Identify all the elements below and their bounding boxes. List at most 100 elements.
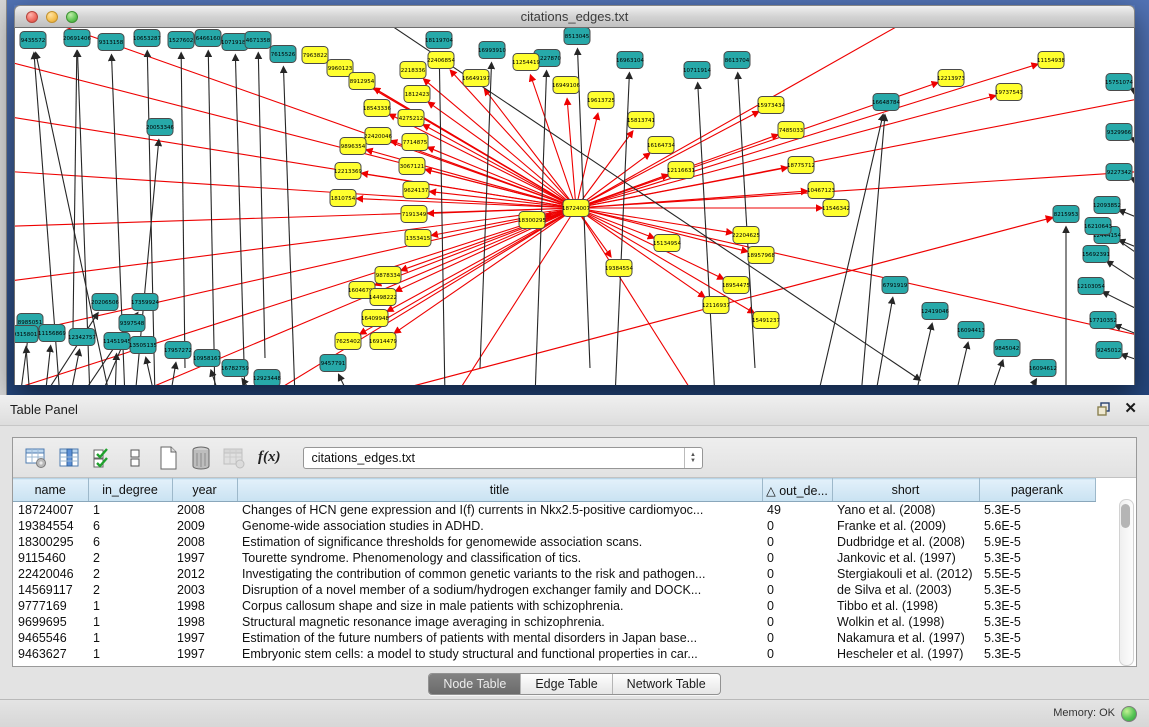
graph-node[interactable]: 11546342 <box>822 200 850 217</box>
graph-node[interactable]: 8613704 <box>724 52 750 69</box>
graph-node[interactable]: 4275212 <box>398 110 424 127</box>
function-builder-icon[interactable]: f(x) <box>258 449 281 466</box>
table-mode-icon[interactable] <box>23 445 49 471</box>
graph-node[interactable]: 14498222 <box>369 289 397 306</box>
graph-node[interactable]: 19737543 <box>995 84 1023 101</box>
memory-ok-indicator[interactable] <box>1121 706 1137 722</box>
close-panel-icon[interactable]: ✕ <box>1124 401 1137 417</box>
float-panel-icon[interactable] <box>1096 401 1112 417</box>
graph-node[interactable]: 20053346 <box>146 119 174 136</box>
graph-node[interactable]: 12213369 <box>334 163 362 180</box>
graph-node[interactable]: 18954475 <box>722 277 750 294</box>
graph-node[interactable]: 22420046 <box>364 128 392 145</box>
table-scrollbar[interactable] <box>1119 499 1134 666</box>
graph-node[interactable]: 12093852 <box>1093 197 1121 214</box>
column-header-title[interactable]: title <box>237 479 762 502</box>
tab-node-table[interactable]: Node Table <box>429 674 520 694</box>
graph-node[interactable]: 12103054 <box>1077 278 1105 295</box>
graph-node[interactable]: 17710352 <box>1089 312 1117 329</box>
graph-node[interactable]: 18300295 <box>518 212 546 229</box>
graph-node[interactable]: 16949106 <box>552 77 580 94</box>
new-column-icon[interactable] <box>155 445 181 471</box>
tab-network-table[interactable]: Network Table <box>612 674 720 694</box>
graph-node[interactable]: 6466160 <box>195 30 221 47</box>
table-row[interactable]: 946554611997Estimation of the future num… <box>13 630 1095 646</box>
graph-node[interactable]: 9313158 <box>98 34 124 51</box>
graph-node[interactable]: 17957272 <box>164 342 192 359</box>
column-header-pagerank[interactable]: pagerank <box>979 479 1095 502</box>
delete-table-icon[interactable] <box>221 445 247 471</box>
graph-node[interactable]: 15491237 <box>752 312 780 329</box>
graph-node[interactable]: 11154938 <box>1037 52 1065 69</box>
graph-node[interactable]: 12923448 <box>253 370 281 386</box>
graph-node[interactable]: 3067121 <box>399 158 425 175</box>
graph-node[interactable]: 12419046 <box>921 303 949 320</box>
graph-node[interactable]: 16409948 <box>361 310 389 327</box>
graph-node[interactable]: 20206506 <box>91 294 119 311</box>
tab-edge-table[interactable]: Edge Table <box>520 674 611 694</box>
unselect-all-columns-icon[interactable] <box>122 445 148 471</box>
graph-node[interactable]: 18543336 <box>363 100 391 117</box>
graph-node[interactable]: 1810754 <box>330 190 356 207</box>
graph-node[interactable]: 9245012 <box>1096 342 1122 359</box>
graph-node[interactable]: 12116937 <box>702 297 730 314</box>
graph-node[interactable]: 7615526 <box>270 46 296 63</box>
network-canvas[interactable]: 1872400794355722069140693131581065328715… <box>14 28 1135 385</box>
table-row[interactable]: 2242004622012Investigating the contribut… <box>13 566 1095 582</box>
graph-node[interactable]: 19613725 <box>587 92 615 109</box>
graph-node[interactable]: 1527602 <box>168 32 194 49</box>
graph-node[interactable]: 16649197 <box>462 70 490 87</box>
graph-node[interactable]: 8513045 <box>564 28 590 45</box>
table-scrollbar-thumb[interactable] <box>1121 504 1130 528</box>
graph-node[interactable]: 9624137 <box>403 182 429 199</box>
graph-node[interactable]: 16210643 <box>1084 218 1112 235</box>
graph-node[interactable]: 12213973 <box>937 70 965 87</box>
window-minimize-button[interactable] <box>46 11 58 23</box>
table-row[interactable]: 911546021997Tourette syndrome. Phenomeno… <box>13 550 1095 566</box>
graph-node[interactable]: 22204625 <box>732 227 760 244</box>
table-row[interactable]: 969969511998Structural magnetic resonanc… <box>13 614 1095 630</box>
window-titlebar[interactable]: citations_edges.txt <box>14 5 1135 28</box>
graph-node[interactable]: 7191349 <box>401 206 427 223</box>
graph-node[interactable]: 4671358 <box>245 32 271 49</box>
table-row[interactable]: 1872400712008Changes of HCN gene express… <box>13 502 1095 519</box>
graph-node[interactable]: 8215953 <box>1053 206 1079 223</box>
graph-node[interactable]: 15692391 <box>1082 246 1110 263</box>
table-selector-dropdown[interactable]: citations_edges.txt ▲▼ <box>303 447 703 469</box>
graph-node[interactable]: 9457791 <box>320 355 346 372</box>
graph-node[interactable]: 16094413 <box>957 322 985 339</box>
column-header-name[interactable]: name <box>13 479 88 502</box>
graph-node[interactable]: 15751074 <box>1105 74 1133 91</box>
graph-node[interactable]: 15134954 <box>653 235 681 252</box>
graph-node[interactable]: 10958167 <box>193 350 221 367</box>
graph-node[interactable]: 16914479 <box>369 333 397 350</box>
table-row[interactable]: 1830029562008Estimation of significance … <box>13 534 1095 550</box>
graph-node[interactable]: 12116631 <box>667 162 695 179</box>
graph-node[interactable]: 18957968 <box>747 247 775 264</box>
graph-node[interactable]: 9315801 <box>15 326 38 343</box>
graph-node[interactable]: 9845042 <box>994 340 1020 357</box>
graph-node[interactable]: 9896354 <box>340 138 366 155</box>
graph-node[interactable]: 9878334 <box>375 267 401 284</box>
graph-node[interactable]: 6791919 <box>882 277 908 294</box>
graph-node[interactable]: 9227342 <box>1106 164 1132 181</box>
column-header-year[interactable]: year <box>172 479 237 502</box>
graph-node[interactable]: 9435572 <box>20 32 46 49</box>
graph-node[interactable]: 20691406 <box>63 30 91 47</box>
graph-node[interactable]: 16648784 <box>872 94 900 111</box>
delete-column-icon[interactable] <box>188 445 214 471</box>
graph-node[interactable]: 10711914 <box>683 62 711 79</box>
graph-node[interactable]: 22406854 <box>427 52 455 69</box>
graph-node[interactable]: 19384554 <box>605 260 633 277</box>
graph-node[interactable]: 18775712 <box>787 157 815 174</box>
graph-node[interactable]: 15813741 <box>627 112 655 129</box>
select-all-columns-icon[interactable] <box>89 445 115 471</box>
graph-node[interactable]: 10467123 <box>807 182 835 199</box>
graph-node[interactable]: 13505135 <box>129 337 157 354</box>
graph-node[interactable]: 7625402 <box>335 333 361 350</box>
graph-node[interactable]: 8912954 <box>349 73 375 90</box>
column-header-short[interactable]: short <box>832 479 979 502</box>
table-row[interactable]: 1938455462009Genome-wide association stu… <box>13 518 1095 534</box>
window-close-button[interactable] <box>26 11 38 23</box>
graph-node[interactable]: 17359924 <box>131 294 159 311</box>
